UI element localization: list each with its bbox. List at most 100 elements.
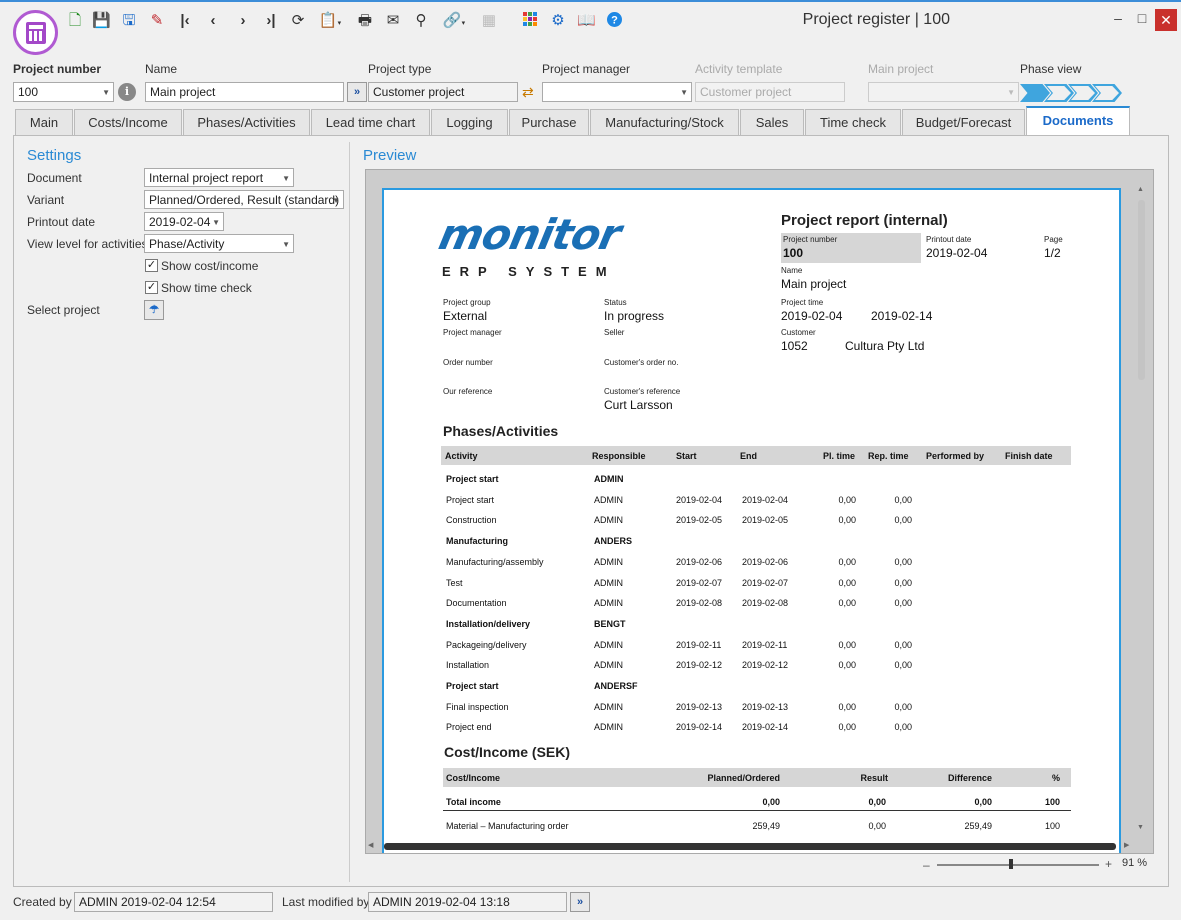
- preview-vertical-scrollbar[interactable]: ▲ ▼: [1135, 186, 1148, 834]
- tab-manufacturing-stock[interactable]: Manufacturing/Stock: [590, 109, 739, 135]
- tab-sales[interactable]: Sales: [740, 109, 804, 135]
- show-time-checkbox[interactable]: ✓: [145, 281, 158, 294]
- tab-documents[interactable]: Documents: [1026, 106, 1130, 136]
- clipboard-icon[interactable]: 📋▾: [317, 12, 343, 30]
- app-calculator-icon[interactable]: [13, 10, 58, 55]
- history-button[interactable]: »: [570, 892, 590, 912]
- apps-icon[interactable]: [521, 12, 539, 30]
- row-activity: Installation: [446, 660, 490, 671]
- phases-col-start: Start: [676, 451, 697, 461]
- chevron-down-icon: ▼: [282, 174, 290, 183]
- phase-chevron-icon[interactable]: [1020, 84, 1050, 102]
- printout-date-value: 2019-02-04: [149, 215, 211, 229]
- zoom-in-button[interactable]: +: [1105, 857, 1112, 871]
- maximize-button[interactable]: □: [1133, 10, 1151, 26]
- scroll-down-icon[interactable]: ▼: [1137, 824, 1144, 831]
- name-field[interactable]: Main project: [145, 82, 344, 102]
- view-level-select[interactable]: Phase/Activity ▼: [144, 234, 294, 253]
- document-select-value: Internal project report: [149, 171, 264, 185]
- rep-printout-date: 2019-02-04: [926, 246, 988, 260]
- show-cost-checkbox[interactable]: ✓: [145, 259, 158, 272]
- last-icon[interactable]: ›|: [262, 12, 280, 30]
- last-modified-field: ADMIN 2019-02-04 13:18: [368, 892, 567, 912]
- prev-icon[interactable]: ‹: [204, 12, 222, 30]
- row-pl-time: 0,00: [838, 515, 856, 526]
- tab-time-check[interactable]: Time check: [805, 109, 901, 135]
- zoom-slider[interactable]: [937, 864, 1099, 866]
- cost-row-planned: 259,49: [752, 821, 780, 831]
- horizontal-scroll-thumb[interactable]: [384, 843, 1116, 850]
- row-responsible: ANDERSF: [594, 681, 638, 691]
- row-pl-time: 0,00: [838, 639, 856, 650]
- project-type-field[interactable]: Customer project: [368, 82, 518, 102]
- book-icon[interactable]: 📖: [577, 12, 596, 30]
- chevron-down-icon: ▼: [102, 88, 110, 97]
- delete-icon[interactable]: ✎: [148, 12, 166, 30]
- printout-date-field[interactable]: 2019-02-04 ▼: [144, 212, 224, 231]
- tab-purchase[interactable]: Purchase: [509, 109, 589, 135]
- main-project-label: Main project: [868, 62, 934, 76]
- row-rep-time: 0,00: [894, 598, 912, 609]
- row-responsible: ADMIN: [594, 722, 623, 733]
- new-icon[interactable]: 🗋: [66, 12, 84, 30]
- print-icon[interactable]: 🖶: [356, 12, 374, 30]
- project-manager-field[interactable]: ▼: [542, 82, 692, 102]
- next-icon[interactable]: ›: [234, 12, 252, 30]
- cost-total-divider: [443, 810, 1071, 811]
- tab-phases-activities[interactable]: Phases/Activities: [183, 109, 310, 135]
- row-activity: Documentation: [446, 598, 507, 609]
- row-start: 2019-02-06: [676, 556, 723, 567]
- link-icon[interactable]: 🔗▾: [440, 12, 468, 30]
- document-select[interactable]: Internal project report ▼: [144, 168, 294, 187]
- variant-select[interactable]: Planned/Ordered, Result (standard) ▼: [144, 190, 344, 209]
- info-icon[interactable]: i: [118, 83, 136, 101]
- zoom-out-button[interactable]: –: [923, 858, 930, 872]
- mail-icon[interactable]: ✉: [384, 12, 402, 30]
- first-icon[interactable]: |‹: [176, 12, 194, 30]
- scroll-right-icon[interactable]: ▶: [1124, 841, 1129, 849]
- preview-horizontal-scrollbar[interactable]: ◀ ▶: [368, 840, 1134, 853]
- preview-area[interactable]: monitor ERP SYSTEM Project report (inter…: [365, 169, 1154, 854]
- row-pl-time: 0,00: [838, 598, 856, 609]
- scroll-left-icon[interactable]: ◀: [368, 841, 373, 849]
- row-start: 2019-02-07: [676, 577, 723, 588]
- minimize-button[interactable]: –: [1109, 10, 1127, 26]
- go-forward-button[interactable]: »: [347, 82, 367, 102]
- cost-col-label: Cost/Income: [446, 773, 501, 783]
- swap-icon[interactable]: ⇄: [522, 84, 534, 101]
- phases-col-activity: Activity: [445, 451, 478, 461]
- tab-logging[interactable]: Logging: [431, 109, 508, 135]
- select-project-button[interactable]: ☂: [144, 300, 164, 320]
- save-icon[interactable]: 💾: [92, 12, 111, 30]
- name-label: Name: [145, 62, 178, 76]
- row-end: 2019-02-11: [742, 639, 788, 650]
- report-page: monitor ERP SYSTEM Project report (inter…: [382, 188, 1121, 853]
- settings-panel: [20, 142, 350, 882]
- rep-page: 1/2: [1044, 246, 1061, 260]
- phases-col-performed-by: Performed by: [926, 451, 985, 461]
- tab-budget-forecast[interactable]: Budget/Forecast: [902, 109, 1025, 135]
- rep-customers-order-label: Customer's order no.: [604, 358, 679, 367]
- search-icon[interactable]: ⚲: [412, 12, 430, 30]
- close-button[interactable]: ✕: [1155, 9, 1177, 31]
- tab-main[interactable]: Main: [15, 109, 73, 135]
- row-rep-time: 0,00: [894, 556, 912, 567]
- save-close-icon[interactable]: 🖫: [120, 12, 138, 30]
- settings-icon[interactable]: ⚙: [549, 12, 567, 30]
- row-responsible: ADMIN: [594, 556, 623, 567]
- preview-title: Preview: [363, 147, 417, 164]
- row-activity: Project start: [446, 681, 499, 691]
- tab-lead-time-chart[interactable]: Lead time chart: [311, 109, 430, 135]
- zoom-slider-thumb[interactable]: [1009, 859, 1013, 869]
- rep-status: In progress: [604, 309, 665, 323]
- help-icon[interactable]: ?: [605, 12, 623, 30]
- phases-title: Phases/Activities: [443, 423, 559, 439]
- scroll-up-icon[interactable]: ▲: [1137, 186, 1144, 193]
- refresh-icon[interactable]: ⟳: [289, 12, 307, 30]
- project-number-field[interactable]: 100 ▼: [13, 82, 114, 102]
- vertical-scroll-thumb[interactable]: [1138, 200, 1145, 380]
- rep-customers-reference-label: Customer's reference: [604, 387, 681, 396]
- tab-costs-income[interactable]: Costs/Income: [74, 109, 182, 135]
- chevron-down-icon: ▼: [680, 88, 688, 97]
- rep-printout-date-label: Printout date: [926, 235, 972, 244]
